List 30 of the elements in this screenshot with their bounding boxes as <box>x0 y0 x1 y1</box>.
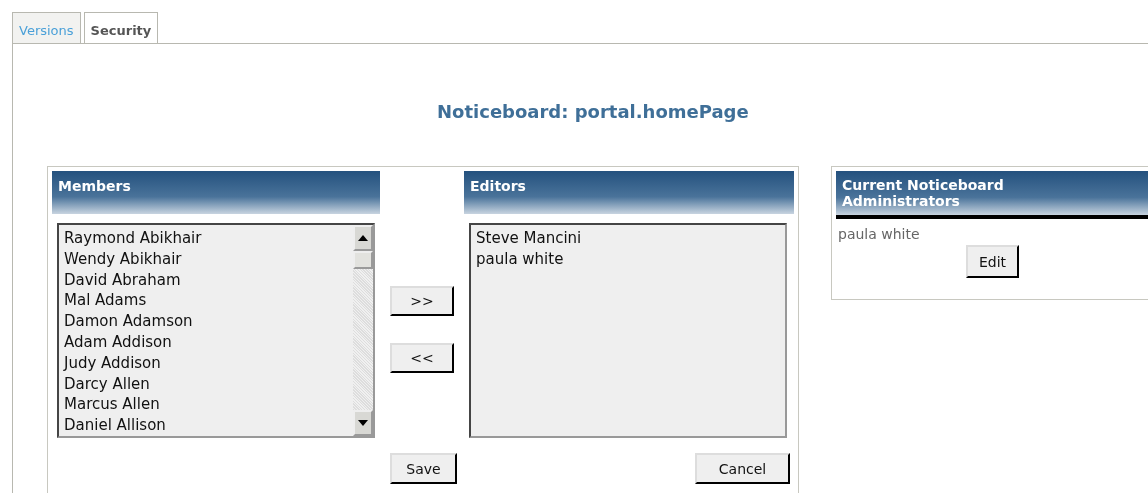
list-item[interactable]: Daniel Allison <box>64 415 348 436</box>
list-item[interactable]: Raymond Abikhair <box>64 228 348 249</box>
administrator-name: paula white <box>837 225 921 242</box>
down-arrow-icon <box>357 419 369 427</box>
members-list[interactable]: Raymond Abikhair Wendy Abikhair David Abraham Mal Adams Damon Adamson Adam Addison Judy Addison Darcy Allen Marcus Allen Daniel Allison <box>57 223 375 438</box>
list-item[interactable]: Steve Mancini <box>476 228 780 249</box>
cancel-button[interactable]: Cancel <box>695 453 790 484</box>
members-header: Members <box>52 171 380 214</box>
list-item[interactable]: Wendy Abikhair <box>64 248 348 270</box>
scroll-down-button[interactable] <box>353 410 373 436</box>
editors-header: Editors <box>464 171 794 214</box>
editors-list[interactable]: Steve Mancini paula white <box>469 223 787 438</box>
save-button[interactable]: Save <box>390 453 457 484</box>
move-button[interactable]: << <box>390 343 454 373</box>
list-item[interactable]: Marcus Allen <box>64 394 348 416</box>
scroll-thumb[interactable] <box>353 251 373 269</box>
list-item[interactable]: paula white <box>476 248 780 270</box>
list-item[interactable]: David Abraham <box>64 269 348 291</box>
list-item[interactable]: Damon Adamson <box>64 311 348 332</box>
list-item[interactable]: Judy Addison <box>64 352 348 374</box>
edit-button[interactable]: Edit <box>966 245 1019 278</box>
list-item[interactable]: Darcy Allen <box>64 373 348 395</box>
list-item[interactable]: Adam Addison <box>64 332 348 353</box>
list-item[interactable]: Mal Adams <box>64 290 348 312</box>
tab[interactable]: Security <box>83 12 159 43</box>
page-title: Noticeboard: portal.homePage <box>436 100 750 124</box>
administrators-header: Current Noticeboard Administrators <box>836 171 1148 219</box>
scroll-up-button[interactable] <box>353 225 373 251</box>
move-button[interactable]: >> <box>390 286 454 316</box>
up-arrow-icon <box>357 234 369 242</box>
